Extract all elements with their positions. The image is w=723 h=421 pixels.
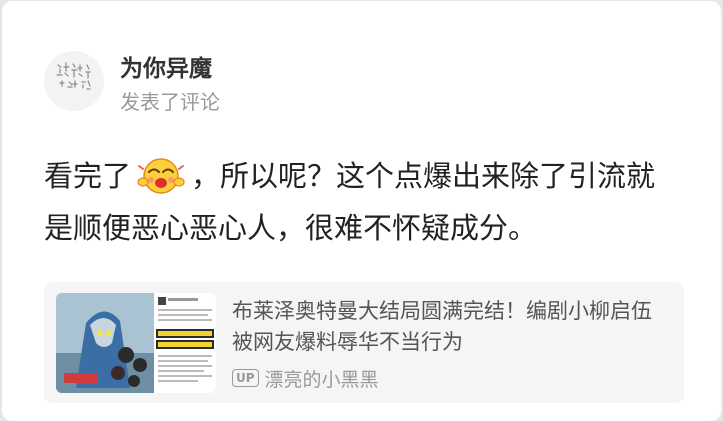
comment-action-label: 发表了评论 — [120, 90, 220, 114]
user-name[interactable]: 为你异魔 — [120, 55, 212, 83]
comment-text-before-emoji: 看完了 — [44, 159, 132, 193]
laughing-face-emoji-icon — [135, 152, 187, 196]
comment-text-line-1: 看完了 ，所以呢？这个点爆出来除了引流就 — [44, 156, 655, 196]
linked-article-title[interactable]: 布莱泽奥特曼大结局圆满完结！编剧小柳启伍被网友爆料辱华不当行为 — [232, 296, 672, 358]
linked-article-card[interactable]: 布莱泽奥特曼大结局圆满完结！编剧小柳启伍被网友爆料辱华不当行为 UP 漂亮的小黑… — [44, 282, 684, 403]
linked-article-author[interactable]: UP 漂亮的小黑黑 — [232, 365, 379, 391]
article-thumbnail — [56, 293, 216, 393]
calligraphy-avatar-icon — [44, 51, 104, 111]
comment-card: 为你异魔 发表了评论 看完了 ，所以呢？这个点爆出来除了引流就 是顺便恶心恶心人… — [2, 1, 721, 421]
author-name[interactable]: 漂亮的小黑黑 — [265, 365, 379, 392]
avatar[interactable] — [44, 51, 104, 111]
comment-text-after-emoji: ，所以呢？这个点爆出来除了引流就 — [191, 159, 656, 193]
comment-text-line-2: 是顺便恶心恶心人，很难不怀疑成分。 — [44, 211, 538, 245]
up-badge-icon: UP — [232, 369, 259, 387]
